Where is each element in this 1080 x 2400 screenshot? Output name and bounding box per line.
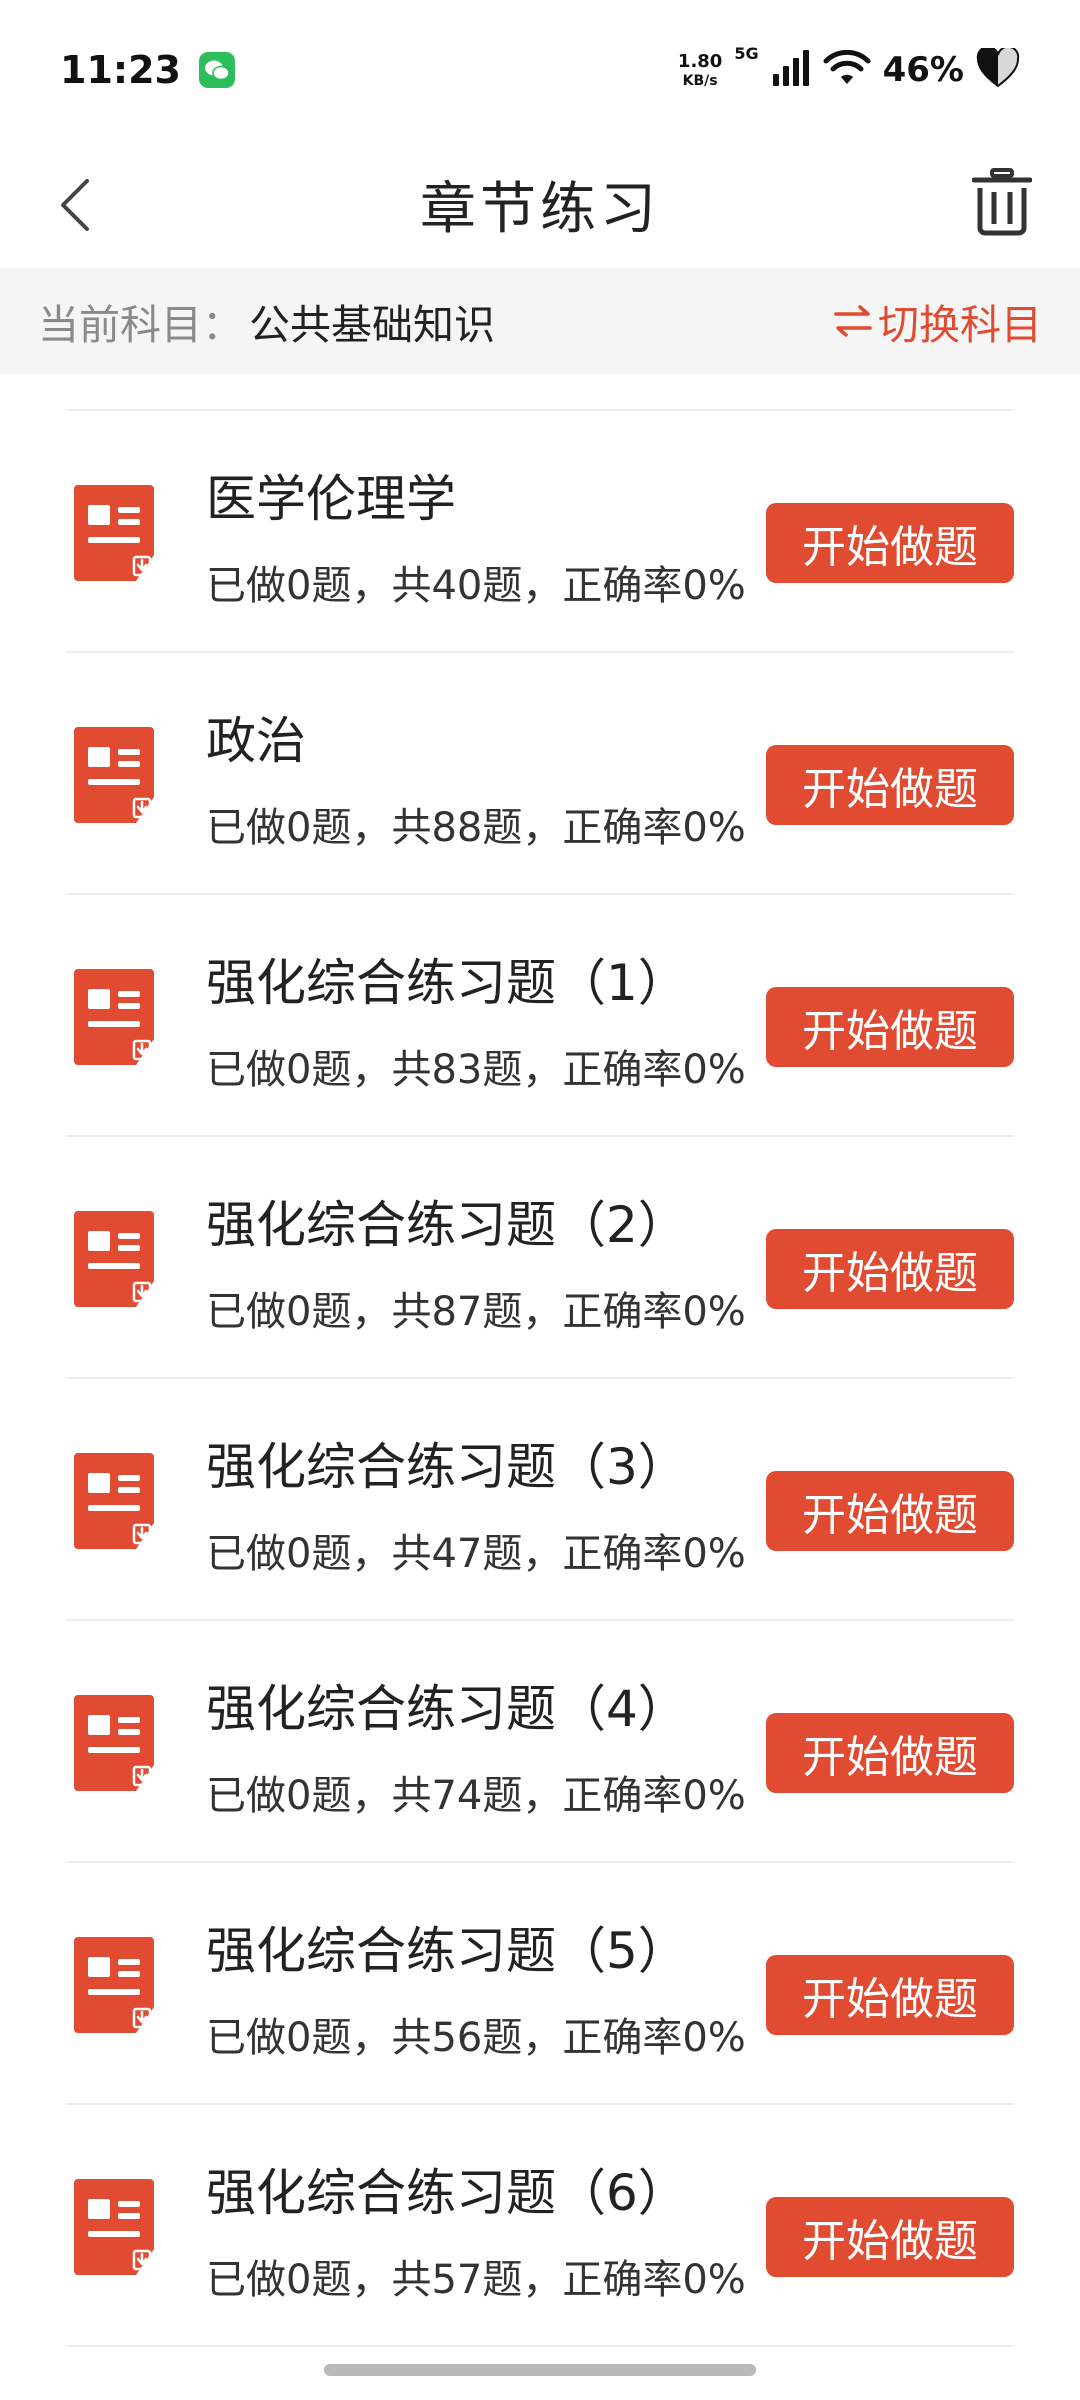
chapter-document-icon [74, 1211, 154, 1307]
chapter-stats: 已做0题，共40题，正确率0% [206, 563, 746, 609]
status-time: 11:23 [60, 48, 181, 92]
net-speed-value: 1.80 [677, 50, 723, 72]
chapter-title: 强化综合练习题（6） [206, 2164, 688, 2222]
chapter-document-icon [74, 1695, 154, 1791]
chapter-item[interactable]: 强化综合练习题（3） 已做0题，共47题，正确率0% 开始做题 [0, 1379, 1080, 1621]
net-speed-unit: KB/s [682, 72, 718, 89]
status-bar: 11:23 1.80 KB/s 5G 46% [0, 0, 1080, 140]
start-practice-button[interactable]: 开始做题 [766, 503, 1014, 583]
start-practice-button[interactable]: 开始做题 [766, 2197, 1014, 2277]
screen: 11:23 1.80 KB/s 5G 46% 章节练习 当前科目： 公共基础知识… [0, 0, 1080, 2400]
chapter-title: 强化综合练习题（4） [206, 1680, 688, 1738]
chapter-title: 医学伦理学 [206, 470, 456, 528]
chapter-stats: 已做0题，共47题，正确率0% [206, 1531, 746, 1577]
chapter-item[interactable]: 强化综合练习题（2） 已做0题，共87题，正确率0% 开始做题 [0, 1137, 1080, 1379]
start-practice-button[interactable]: 开始做题 [766, 1713, 1014, 1793]
chapter-document-icon [74, 1453, 154, 1549]
chapter-item[interactable]: 强化综合练习题（1） 已做0题，共83题，正确率0% 开始做题 [0, 895, 1080, 1137]
chapter-stats: 已做0题，共56题，正确率0% [206, 2015, 746, 2061]
chapter-title: 强化综合练习题（5） [206, 1922, 688, 1980]
trash-icon [972, 168, 1032, 236]
chapter-stats: 已做0题，共87题，正确率0% [206, 1289, 746, 1335]
cell-signal-icon [771, 50, 811, 90]
wechat-notification-icon [198, 52, 235, 88]
chapter-document-icon [74, 2179, 154, 2275]
chapter-title: 强化综合练习题（3） [206, 1438, 688, 1496]
chapter-item[interactable]: 政治已做0题，共88题，正确率0% 开始做题 [0, 653, 1080, 895]
status-left: 11:23 [60, 48, 235, 92]
chapter-document-icon [74, 1937, 154, 2033]
start-practice-button[interactable]: 开始做题 [766, 987, 1014, 1067]
chapter-stats: 已做0题，共88题，正确率0% [206, 805, 746, 851]
start-practice-button[interactable]: 开始做题 [766, 1471, 1014, 1551]
chapter-stats: 已做0题，共74题，正确率0% [206, 1773, 746, 1819]
chapter-document-icon [74, 485, 154, 581]
chapter-title: 政治 [206, 712, 306, 770]
list-divider [66, 2345, 1014, 2347]
battery-heart-icon [976, 45, 1020, 92]
home-indicator[interactable] [324, 2364, 756, 2376]
chapter-item[interactable]: 强化综合练习题（5） 已做0题，共56题，正确率0% 开始做题 [0, 1863, 1080, 2105]
start-practice-button[interactable]: 开始做题 [766, 745, 1014, 825]
wifi-icon [823, 49, 871, 90]
subject-value: 公共基础知识 [249, 301, 495, 349]
chapter-stats: 已做0题，共57题，正确率0% [206, 2257, 746, 2303]
subject-label: 当前科目： [38, 301, 243, 349]
app-header: 章节练习 [0, 140, 1080, 268]
chapter-title: 强化综合练习题（2） [206, 1196, 688, 1254]
delete-button[interactable] [962, 160, 1042, 244]
net-speed: 1.80 KB/s [677, 50, 723, 89]
swap-arrows-icon [834, 305, 872, 337]
chapter-item[interactable]: 医学伦理学已做0题，共40题，正确率0% 开始做题 [0, 411, 1080, 653]
status-right: 1.80 KB/s 5G 46% [677, 44, 1020, 92]
chapter-item[interactable]: 强化综合练习题（4） 已做0题，共74题，正确率0% 开始做题 [0, 1621, 1080, 1863]
chapter-document-icon [74, 727, 154, 823]
subject-bar: 当前科目： 公共基础知识 切换科目 [0, 268, 1080, 374]
current-subject: 当前科目： 公共基础知识 [38, 291, 495, 351]
switch-subject-button[interactable]: 切换科目 [834, 291, 1042, 351]
page-title: 章节练习 [420, 176, 660, 242]
switch-subject-label: 切换科目 [878, 301, 1042, 349]
chapter-item[interactable]: 强化综合练习题（6） 已做0题，共57题，正确率0% 开始做题 [0, 2105, 1080, 2347]
start-practice-button[interactable]: 开始做题 [766, 1955, 1014, 2035]
battery-percent: 46% [882, 50, 964, 90]
chapter-stats: 已做0题，共83题，正确率0% [206, 1047, 746, 1093]
back-button[interactable] [40, 170, 110, 240]
start-practice-button[interactable]: 开始做题 [766, 1229, 1014, 1309]
chapter-title: 强化综合练习题（1） [206, 954, 688, 1012]
network-type-label: 5G [734, 44, 759, 63]
chapter-document-icon [74, 969, 154, 1065]
chevron-left-icon [61, 179, 89, 231]
